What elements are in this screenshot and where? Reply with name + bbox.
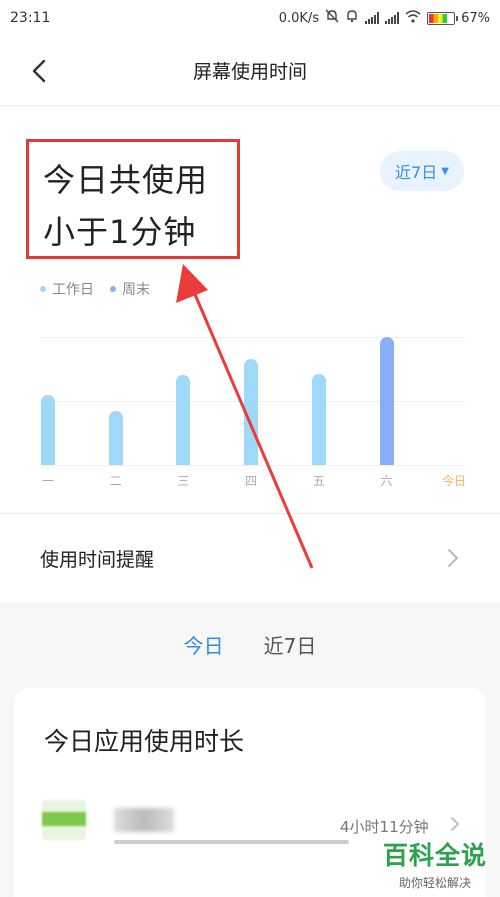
title-bar: 屏幕使用时间 bbox=[0, 36, 500, 106]
legend-dot-weekday bbox=[40, 286, 46, 292]
watermark-logo: 百科全说 助你轻松解决 bbox=[370, 836, 500, 891]
range-selector-button[interactable]: 近7日 ▼ bbox=[380, 151, 464, 191]
chart-bar bbox=[379, 337, 394, 465]
chart-day-label: 三 bbox=[177, 474, 190, 488]
chart-legend: 工作日 周末 bbox=[40, 279, 150, 299]
chart-gridline bbox=[40, 465, 465, 466]
battery-icon bbox=[427, 11, 459, 25]
chart-bar bbox=[41, 394, 55, 465]
signal-icon-2 bbox=[385, 12, 400, 24]
chevron-right-icon bbox=[448, 549, 458, 567]
watermark-sub: 助你轻松解决 bbox=[398, 876, 471, 890]
usage-reminder-row[interactable]: 使用时间提醒 bbox=[0, 513, 500, 602]
app-name-blurred bbox=[114, 808, 174, 832]
watermark-main: 百科全说 bbox=[382, 841, 487, 870]
chart-gridline bbox=[40, 337, 465, 338]
status-right: 0.0K/s 67% bbox=[279, 9, 490, 27]
tab-last-7-days[interactable]: 近7日 bbox=[264, 630, 317, 676]
chart-bar bbox=[176, 375, 191, 465]
app-usage-bar bbox=[114, 840, 349, 844]
chart-day-label: 五 bbox=[312, 474, 325, 488]
net-speed: 0.0K/s bbox=[278, 10, 320, 26]
chart-day-label: 二 bbox=[109, 474, 122, 488]
back-button[interactable] bbox=[26, 56, 54, 86]
chart-day-label: 今日 bbox=[442, 474, 467, 488]
wifi-icon bbox=[405, 9, 421, 27]
status-bar: 23:11 0.0K/s 67% bbox=[0, 0, 500, 36]
chart-day-label: 四 bbox=[245, 474, 258, 488]
mute-icon bbox=[325, 9, 339, 27]
status-time: 23:11 bbox=[10, 10, 51, 26]
legend-weekday: 工作日 bbox=[40, 279, 94, 299]
usage-reminder-label: 使用时间提醒 bbox=[40, 548, 155, 571]
weekly-usage-chart: 一 二 三 四 五 六 今日 bbox=[0, 327, 500, 497]
page-title: 屏幕使用时间 bbox=[192, 61, 307, 83]
usage-summary-card: 今日共使用 小于1分钟 近7日 ▼ 工作日 周末 一 二 三 四 五 六 今日 使用时间提醒 bbox=[0, 107, 500, 602]
chart-day-label: 一 bbox=[41, 474, 54, 488]
chart-day-label: 六 bbox=[380, 474, 393, 488]
usage-summary-line2: 小于1分钟 bbox=[43, 213, 197, 251]
range-selector-label: 近7日 bbox=[395, 163, 438, 182]
app-usage-heading: 今日应用使用时长 bbox=[44, 727, 245, 756]
chart-bar bbox=[108, 411, 123, 465]
app-usage-time: 4小时11分钟 bbox=[340, 818, 429, 836]
signal-icon bbox=[365, 12, 380, 24]
chevron-right-icon bbox=[451, 817, 459, 831]
legend-weekend-label: 周末 bbox=[122, 282, 150, 298]
legend-dot-weekend bbox=[110, 286, 116, 292]
caret-down-icon: ▼ bbox=[441, 165, 449, 177]
alarm-icon bbox=[345, 9, 359, 27]
tab-today[interactable]: 今日 bbox=[184, 630, 224, 676]
legend-weekday-label: 工作日 bbox=[52, 282, 94, 298]
usage-summary-line1: 今日共使用 bbox=[43, 161, 209, 199]
chart-bar bbox=[311, 374, 326, 465]
usage-summary-highlight: 今日共使用 小于1分钟 bbox=[26, 139, 240, 259]
chart-bar bbox=[244, 358, 259, 465]
legend-weekend: 周末 bbox=[110, 279, 150, 299]
app-icon bbox=[42, 800, 86, 840]
battery-percent: 67% bbox=[461, 10, 490, 26]
period-tabs: 今日 近7日 bbox=[0, 630, 500, 676]
chevron-left-icon bbox=[32, 59, 46, 83]
